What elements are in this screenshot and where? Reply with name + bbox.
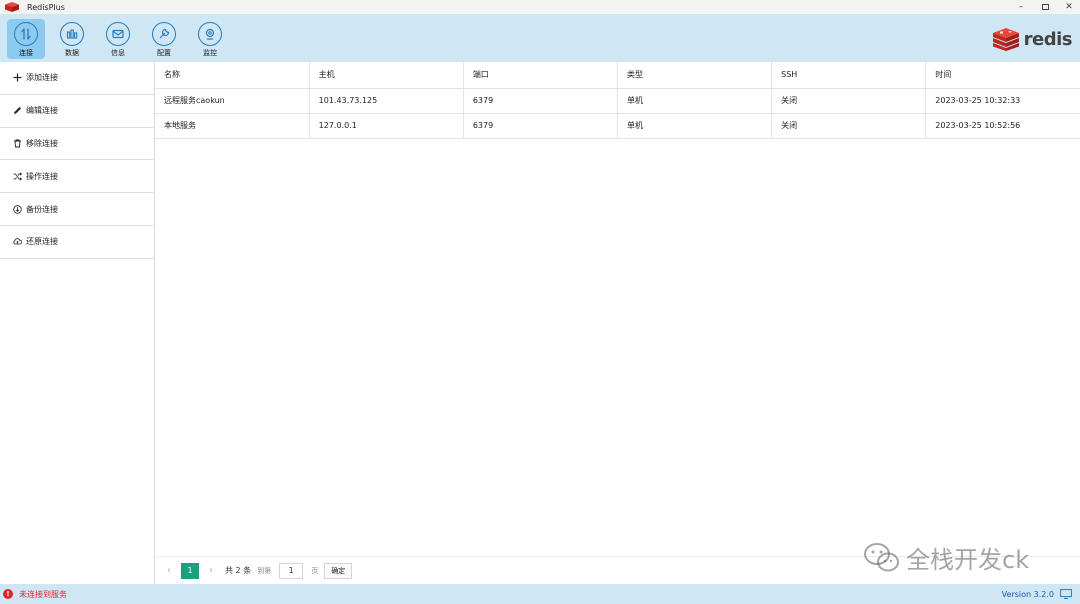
tab-connection-label: 连接 [19, 49, 33, 57]
tab-config-label: 配置 [157, 49, 171, 57]
window-controls: – ✕ [1016, 0, 1074, 14]
table-row[interactable]: 本地服务 127.0.0.1 6379 单机 关闭 2023-03-25 10:… [155, 113, 1080, 139]
sidebar-item-label: 移除连接 [26, 138, 58, 148]
sidebar-item-backup-connection[interactable]: 备份连接 [0, 193, 154, 226]
cell-host: 127.0.0.1 [309, 113, 464, 139]
sidebar-item-label: 操作连接 [26, 171, 58, 181]
tab-data[interactable]: 数据 [53, 19, 91, 59]
status-message: 未连接到服务 [19, 589, 67, 599]
cell-host: 101.43.73.125 [309, 88, 464, 114]
page-number-current[interactable]: 1 [181, 562, 199, 579]
total-count: 共 2 条 [225, 566, 252, 575]
page-unit-label: 页 [311, 566, 319, 575]
download-icon [12, 204, 22, 214]
watermark-text: 全栈开发ck [906, 546, 1030, 574]
tab-info-label: 信息 [111, 49, 125, 57]
redis-brand-logo-icon [992, 28, 1019, 51]
maximize-icon [1041, 4, 1049, 10]
column-header-name[interactable]: 名称 [155, 62, 310, 89]
tab-config[interactable]: 配置 [145, 19, 183, 59]
sidebar: 添加连接 编辑连接 移除连接 操作连接 备份连接 还原连接 [0, 62, 155, 584]
table-row[interactable]: 远程服务caokun 101.43.73.125 6379 单机 关闭 2023… [155, 88, 1080, 114]
title-bar: RedisPlus – ✕ [0, 0, 1080, 14]
column-header-ssh[interactable]: SSH [771, 62, 927, 89]
sidebar-item-label: 添加连接 [26, 73, 58, 83]
cell-type: 单机 [617, 88, 773, 114]
connection-table: 名称 主机 端口 类型 SSH 时间 远程服务caokun 101.43.73.… [155, 62, 1080, 139]
pencil-icon [12, 106, 22, 116]
minimize-button[interactable]: – [1016, 2, 1026, 12]
main-toolbar: 连接 数据 信息 配置 监控 redis [0, 14, 1080, 62]
cell-name: 本地服务 [155, 113, 310, 139]
cell-ssh: 关闭 [771, 88, 927, 114]
prev-page-button[interactable]: ‹ [163, 565, 175, 576]
cell-time: 2023-03-25 10:32:33 [925, 88, 1080, 114]
cell-port: 6379 [463, 113, 618, 139]
sidebar-item-operate-connection[interactable]: 操作连接 [0, 160, 154, 194]
monitor-icon [198, 22, 222, 46]
connection-icon [14, 22, 38, 46]
redis-logo-icon [5, 2, 19, 12]
confirm-button[interactable]: 确定 [324, 562, 353, 579]
column-header-port[interactable]: 端口 [463, 62, 618, 89]
tab-monitor-label: 监控 [203, 49, 217, 57]
trash-icon [12, 138, 22, 148]
goto-page-input[interactable] [279, 562, 304, 579]
cell-ssh: 关闭 [771, 113, 927, 139]
window-title: RedisPlus [27, 2, 65, 12]
brand-text: redis [1023, 28, 1073, 50]
tab-connection[interactable]: 连接 [7, 19, 45, 59]
cell-name: 远程服务caokun [155, 88, 310, 114]
sidebar-item-label: 还原连接 [26, 237, 58, 247]
screen-icon[interactable] [1060, 589, 1072, 599]
status-bar: ! 未连接到服务 Version 3.2.0 [0, 584, 1080, 604]
sidebar-item-remove-connection[interactable]: 移除连接 [0, 128, 154, 161]
shuffle-icon [12, 171, 22, 181]
cell-type: 单机 [617, 113, 773, 139]
version-label: Version 3.2.0 [1001, 589, 1054, 599]
brand: redis [991, 26, 1073, 52]
mail-icon [106, 22, 130, 46]
error-icon: ! [3, 589, 13, 599]
watermark: 全栈开发ck [862, 540, 1029, 575]
column-header-time[interactable]: 时间 [925, 62, 1080, 89]
goto-label: 到第 [257, 566, 272, 575]
tab-info[interactable]: 信息 [99, 19, 137, 59]
data-icon [60, 22, 84, 46]
sidebar-item-label: 备份连接 [26, 204, 58, 214]
sidebar-item-add-connection[interactable]: 添加连接 [0, 62, 154, 95]
next-page-button[interactable]: › [205, 565, 217, 576]
table-header-row: 名称 主机 端口 类型 SSH 时间 [155, 62, 1080, 89]
cloud-icon [12, 237, 22, 247]
connection-table-panel: 名称 主机 端口 类型 SSH 时间 远程服务caokun 101.43.73.… [155, 62, 1080, 556]
close-button[interactable]: ✕ [1064, 2, 1074, 12]
maximize-button[interactable] [1040, 2, 1050, 12]
cell-time: 2023-03-25 10:52:56 [925, 113, 1080, 139]
sidebar-item-edit-connection[interactable]: 编辑连接 [0, 95, 154, 128]
sidebar-item-restore-connection[interactable]: 还原连接 [0, 226, 154, 259]
plus-icon [12, 73, 22, 83]
column-header-host[interactable]: 主机 [309, 62, 464, 89]
tab-monitor[interactable]: 监控 [191, 19, 229, 59]
cell-port: 6379 [463, 88, 618, 114]
wrench-icon [152, 22, 176, 46]
wechat-icon [864, 542, 899, 571]
column-header-type[interactable]: 类型 [617, 62, 773, 89]
tab-data-label: 数据 [65, 49, 79, 57]
sidebar-item-label: 编辑连接 [26, 106, 58, 116]
